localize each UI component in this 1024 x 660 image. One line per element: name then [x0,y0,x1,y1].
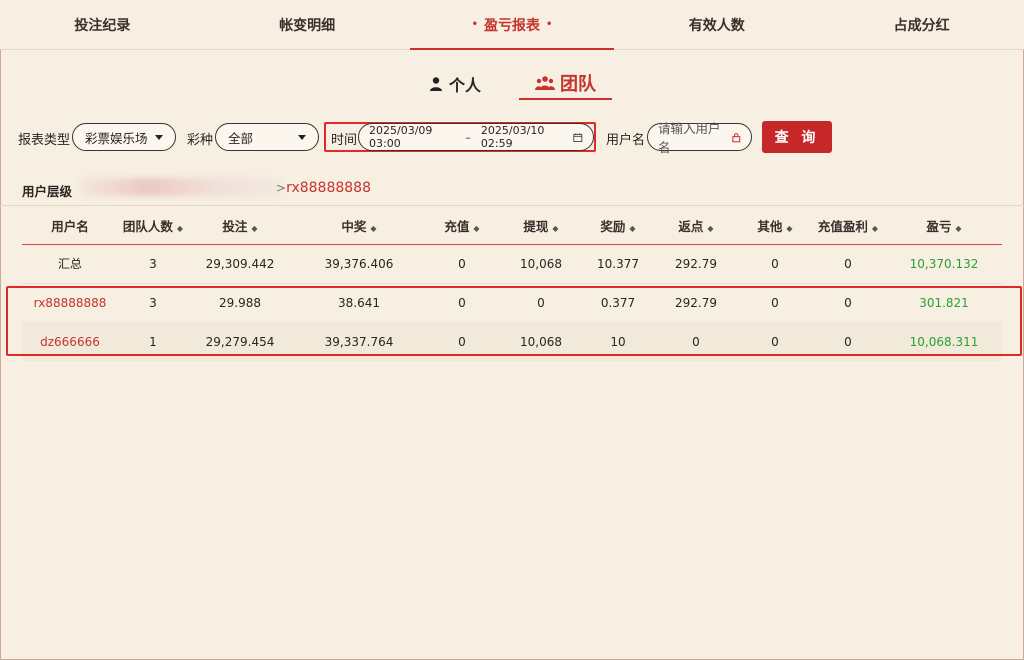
col-rebate[interactable]: 返点 ◆ [652,208,740,245]
report-type-label: 报表类型 [18,133,71,148]
cell-team-size: 3 [118,244,188,284]
col-team-size[interactable]: 团队人数 ◆ [118,208,188,245]
col-bet[interactable]: 投注 ◆ [188,208,292,245]
bullet-left-icon: • [471,19,478,30]
cell-rebate: 292.79 [652,244,740,284]
tab-bet-records[interactable]: 投注纪录 [0,0,205,49]
col-profit-loss[interactable]: 盈亏 ◆ [886,208,1002,245]
cell-other: 0 [740,244,810,284]
sort-icon: ◆ [707,224,714,234]
cell-deposit-profit: 0 [810,244,886,284]
path-current-user[interactable]: rx88888888 [286,180,371,196]
sort-icon: ◆ [552,224,559,234]
redacted-path [80,178,280,196]
path-separator: > [276,181,287,195]
subtab-personal-label: 个人 [448,76,481,95]
time-label: 时间 [331,133,358,148]
tab-account-changes[interactable]: 帐变明细 [205,0,410,49]
cell-win: 39,376.406 [292,244,426,284]
username-placeholder: 请输入用户名 [658,121,721,155]
sort-icon: ◆ [871,224,879,234]
lock-icon [732,132,741,142]
cell-deposit: 0 [426,244,498,284]
section-divider [0,205,1024,206]
col-username: 用户名 [22,208,118,245]
user-level-label: 用户层级 [22,184,73,199]
chevron-down-icon [155,135,163,140]
tab-profit-report[interactable]: • 盈亏报表 • [409,0,615,50]
date-end: 2025/03/10 02:59 [480,124,545,150]
user-level-path: >rx88888888 [276,180,371,196]
col-withdraw[interactable]: 提现 ◆ [498,208,584,245]
username-input[interactable]: 请输入用户名 [647,121,752,155]
sort-icon: ◆ [629,224,636,234]
cell-profit-loss: 10,370.132 [886,244,1002,284]
sort-icon: ◆ [176,224,184,234]
col-reward[interactable]: 奖励 ◆ [584,208,652,245]
subtab-personal[interactable]: 个人 [412,68,497,100]
sort-icon: ◆ [370,224,377,234]
col-deposit-profit[interactable]: 充值盈利 ◆ [810,208,886,245]
sort-icon: ◆ [473,224,480,234]
bullet-right-icon: • [545,19,553,30]
rows-highlight-box [6,286,1022,356]
lottery-label: 彩种 [187,133,214,148]
scope-toggle: 个人 团队 [0,68,1024,100]
chevron-down-icon [298,135,306,140]
sort-icon: ◆ [786,224,793,234]
report-type-value: 彩票娱乐场 [85,130,148,146]
person-icon [429,77,442,91]
lottery-select[interactable]: 全部 [215,123,319,151]
cell-username: 汇总 [22,244,118,284]
calendar-icon [573,132,583,142]
cell-withdraw: 10,068 [498,244,584,284]
date-separator: – [465,130,471,144]
cell-reward: 10.377 [584,244,652,284]
table-header-row: 用户名 团队人数 ◆ 投注 ◆ 中奖 ◆ 充值 ◆ 提现 ◆ 奖励 ◆ 返点 ◆ 其他 ◆ 充值… [22,208,1002,245]
subtab-team[interactable]: 团队 [519,68,612,100]
summary-row: 汇总 3 29,309.442 39,376.406 0 10,068 10.3… [22,244,1002,284]
sort-icon: ◆ [955,224,962,234]
main-tabs: 投注纪录 帐变明细 • 盈亏报表 • 有效人数 占成分红 [0,0,1024,50]
tab-active-users[interactable]: 有效人数 [614,0,819,49]
tab-share-dividend[interactable]: 占成分红 [819,0,1024,49]
username-label: 用户名 [606,133,646,148]
subtab-team-label: 团队 [560,74,596,95]
col-other[interactable]: 其他 ◆ [740,208,810,245]
col-win[interactable]: 中奖 ◆ [292,208,426,245]
sort-icon: ◆ [251,224,258,234]
group-icon [535,76,555,90]
filter-bar: 报表类型 彩票娱乐场 彩种 全部 时间 2025/03/09 03:00 – 2… [18,120,1018,155]
query-button[interactable]: 查 询 [762,121,832,153]
col-deposit[interactable]: 充值 ◆ [426,208,498,245]
date-range-picker[interactable]: 2025/03/09 03:00 – 2025/03/10 02:59 [358,123,594,151]
report-type-select[interactable]: 彩票娱乐场 [72,123,176,151]
lottery-value: 全部 [228,130,254,146]
date-start: 2025/03/09 03:00 [369,124,433,150]
cell-bet: 29,309.442 [188,244,292,284]
